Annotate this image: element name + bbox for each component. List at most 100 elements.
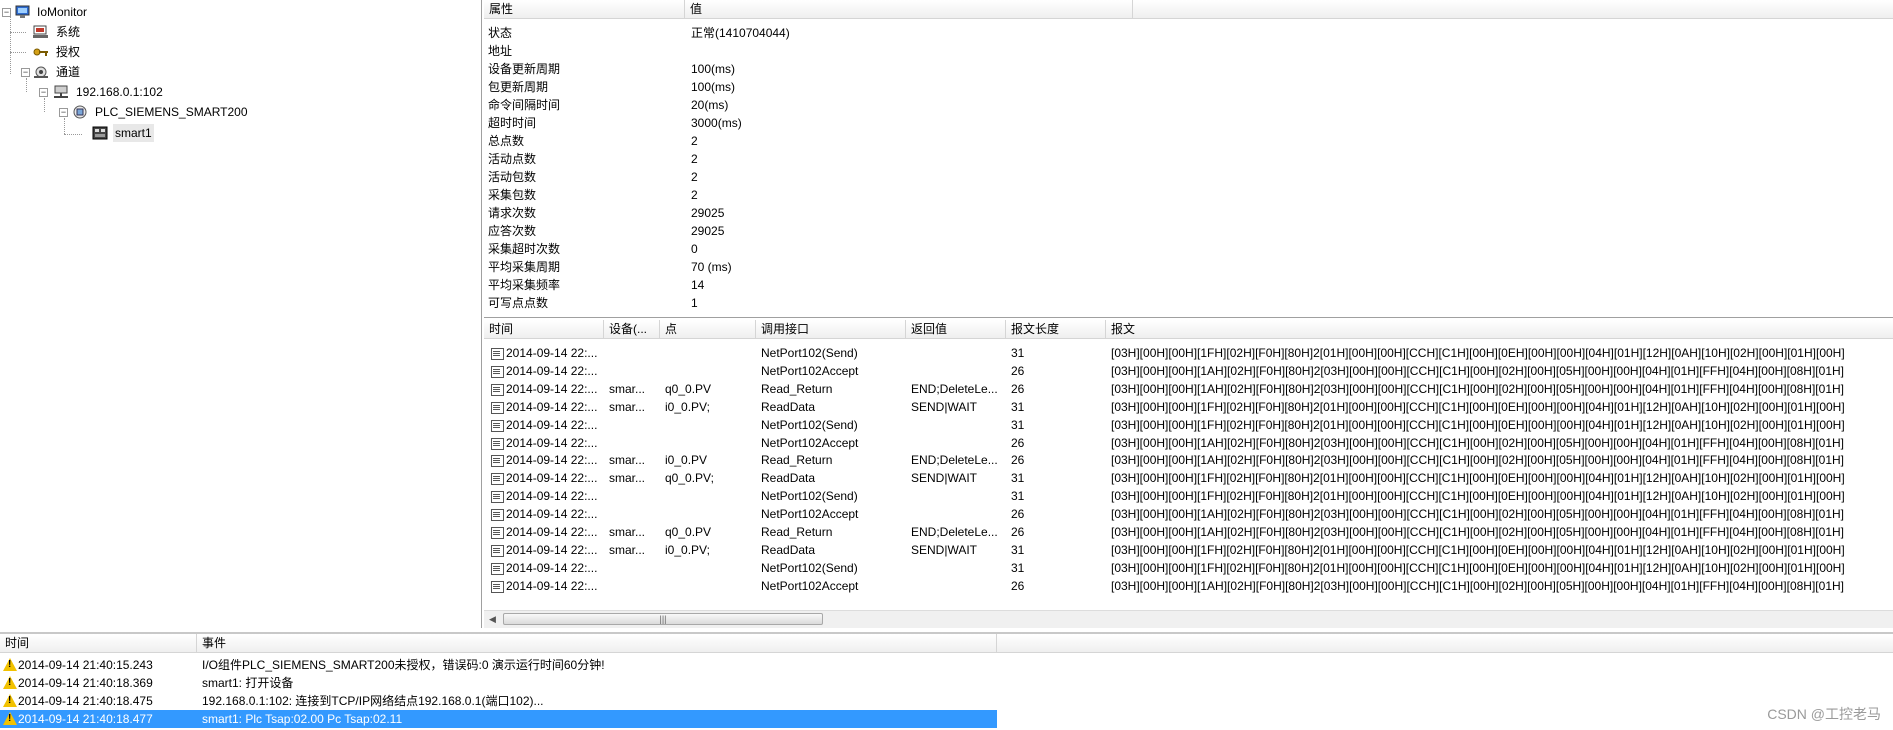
property-row[interactable]: 设备更新周期 100(ms) [484, 60, 1893, 78]
scroll-left-icon[interactable]: ◀ [484, 611, 501, 628]
property-row[interactable]: 平均采集频率 14 [484, 276, 1893, 294]
column-header-device[interactable]: 设备(... [604, 320, 660, 339]
cell-text: Read_Return [761, 381, 833, 396]
property-row[interactable]: 请求次数 29025 [484, 204, 1893, 222]
property-row[interactable]: 平均采集周期 70 (ms) [484, 258, 1893, 276]
column-header-return[interactable]: 返回值 [906, 320, 1006, 339]
column-header-message[interactable]: 报文 [1106, 320, 1893, 339]
tree-item-system[interactable]: 系统 [0, 23, 400, 41]
cell-api: NetPort102Accept [756, 362, 906, 380]
log-entry-icon [491, 562, 504, 575]
cell-text: 2014-09-14 22:... [506, 346, 598, 360]
event-row[interactable]: ! 2014-09-14 21:40:18.369 smart1: 打开设备 [0, 674, 997, 692]
collapse-icon[interactable]: − [21, 68, 30, 77]
cell-text: NetPort102(Send) [761, 417, 858, 432]
table-row[interactable]: 2014-09-14 22:... smar... q0_0.PV; ReadData… [484, 469, 1893, 487]
cell-text: 26 [1011, 507, 1025, 522]
device-tree[interactable]: − IoMonitor 系统 授权 − 通道 − 192.168.0.1:102… [0, 0, 482, 628]
scroll-thumb[interactable]: ||| [503, 613, 823, 625]
events-panel[interactable]: 时间 事件 ! 2014-09-14 21:40:15.243 I/O组件PLC_S… [0, 632, 1893, 730]
property-row[interactable]: 可写点点数 1 [484, 294, 1893, 312]
property-row[interactable]: 超时时间 3000(ms) [484, 114, 1893, 132]
cell-text: 26 [1011, 578, 1025, 593]
cell-text: 2014-09-14 22:... [506, 578, 598, 593]
comm-log-panel[interactable]: 时间 设备(... 点调用接口 返回值 报文长度 报文 2014-09-14 22:...… [484, 320, 1893, 628]
event-row[interactable]: ! 2014-09-14 21:40:18.475 192.168.0.1:102:… [0, 692, 997, 710]
cell-text: 2014-09-14 22:... [506, 417, 598, 432]
table-row[interactable]: 2014-09-14 22:... smar... i0_0.PV; ReadData… [484, 541, 1893, 559]
table-row[interactable]: 2014-09-14 22:... NetPort102Accept 26 [03H]… [484, 434, 1893, 452]
tree-item-device[interactable]: smart1 [0, 124, 400, 142]
event-row[interactable]: ! 2014-09-14 21:40:15.243 I/O组件PLC_SIEMENS… [0, 656, 997, 674]
table-row[interactable]: 2014-09-14 22:... NetPort102(Send) 31 [03H]… [484, 487, 1893, 505]
cell-text: i0_0.PV [665, 453, 708, 468]
property-row[interactable]: 包更新周期 100(ms) [484, 78, 1893, 96]
cell-device [604, 577, 660, 595]
tree-item-auth[interactable]: 授权 [0, 43, 400, 61]
cell-message: [03H][00H][00H][1AH][02H][F0H][80H]2[03H… [1106, 505, 1893, 523]
property-row[interactable]: 应答次数 29025 [484, 222, 1893, 240]
horizontal-scrollbar[interactable]: ◀ ||| [484, 610, 1893, 628]
column-header-attr[interactable]: 属性 [484, 0, 685, 19]
table-row[interactable]: 2014-09-14 22:... NetPort102Accept 26 [03H]… [484, 505, 1893, 523]
table-row[interactable]: 2014-09-14 22:... smar... q0_0.PV Read_Retu… [484, 523, 1893, 541]
column-header-time[interactable]: 时间 [0, 634, 197, 653]
cell-text: [03H][00H][00H][1FH][02H][F0H][80H]2[01H… [1111, 560, 1845, 575]
tree-item-channel[interactable]: − 通道 [0, 63, 400, 81]
properties-panel[interactable]: 属性 值 状态 正常(1410704044) 地址设备更新周期 100(ms) 包更新周… [484, 0, 1893, 318]
table-row[interactable]: 2014-09-14 22:... smar... i0_0.PV; ReadData… [484, 398, 1893, 416]
property-value: 29025 [691, 224, 725, 238]
network-icon [34, 66, 48, 78]
table-row[interactable]: 2014-09-14 22:... smar... q0_0.PV Read_Retu… [484, 380, 1893, 398]
tree-item-plc[interactable]: − PLC_SIEMENS_SMART200 [0, 103, 400, 121]
collapse-icon[interactable]: − [59, 108, 68, 117]
property-row[interactable]: 采集超时次数 0 [484, 240, 1893, 258]
table-row[interactable]: 2014-09-14 22:... NetPort102Accept 26 [03H]… [484, 362, 1893, 380]
cell-text: ReadData [761, 399, 816, 414]
cell-text: 26 [1011, 453, 1025, 468]
cell-point: i0_0.PV [660, 451, 756, 469]
table-row[interactable]: 2014-09-14 22:... NetPort102Accept 26 [03H]… [484, 577, 1893, 595]
property-name: 应答次数 [488, 224, 537, 238]
property-row[interactable]: 地址 [484, 42, 1893, 60]
column-header-event[interactable]: 事件 [197, 634, 997, 653]
table-row[interactable]: 2014-09-14 22:... NetPort102(Send) 31 [03H]… [484, 344, 1893, 362]
log-entry-icon [491, 419, 504, 432]
event-text: 192.168.0.1:102: 连接到TCP/IP网络结点192.168.0.… [202, 694, 544, 708]
cell-text: smar... [609, 399, 646, 414]
cell-text: smar... [609, 542, 646, 557]
event-row[interactable]: ! 2014-09-14 21:40:18.477 smart1: Plc Tsap… [0, 710, 997, 728]
cell-text: ReadData [761, 542, 816, 557]
cell-return [906, 559, 1006, 577]
table-row[interactable]: 2014-09-14 22:... NetPort102(Send) 31 [03H]… [484, 416, 1893, 434]
cell-text: [03H][00H][00H][1AH][02H][F0H][80H]2[03H… [1111, 525, 1844, 539]
cell-text: smar... [609, 525, 646, 539]
collapse-icon[interactable]: − [2, 8, 11, 17]
tree-item-iomonitor[interactable]: − IoMonitor [0, 3, 400, 21]
column-header-value[interactable]: 值 [685, 0, 1133, 19]
property-value: 14 [691, 278, 705, 292]
column-header-time[interactable]: 时间 [484, 320, 604, 339]
tree-item-node[interactable]: − 192.168.0.1:102 [0, 83, 400, 101]
property-row[interactable]: 状态 正常(1410704044) [484, 24, 1893, 42]
cell-time: 2014-09-14 22:... [484, 541, 604, 559]
collapse-icon[interactable]: − [39, 88, 48, 97]
column-header-length[interactable]: 报文长度 [1006, 320, 1106, 339]
column-header-point[interactable]: 点 [660, 320, 756, 339]
property-row[interactable]: 总点数 2 [484, 132, 1893, 150]
property-row[interactable]: 活动点数 2 [484, 150, 1893, 168]
table-row[interactable]: 2014-09-14 22:... NetPort102(Send) 31 [03H]… [484, 559, 1893, 577]
cell-text: 2014-09-14 22:... [506, 542, 598, 557]
table-row[interactable]: 2014-09-14 22:... smar... i0_0.PV Read_Retu… [484, 451, 1893, 469]
column-header-api[interactable]: 调用接口 [756, 320, 906, 339]
property-row[interactable]: 采集包数 2 [484, 186, 1893, 204]
cell-message: [03H][00H][00H][1FH][02H][F0H][80H]2[01H… [1106, 559, 1893, 577]
log-entry-icon [491, 455, 504, 468]
cell-point [660, 487, 756, 505]
cell-return [906, 344, 1006, 362]
property-name: 地址 [488, 44, 513, 58]
tree-label: 192.168.0.1:102 [76, 85, 163, 99]
cell-message: [03H][00H][00H][1FH][02H][F0H][80H]2[01H… [1106, 344, 1893, 362]
property-row[interactable]: 活动包数 2 [484, 168, 1893, 186]
property-row[interactable]: 命令间隔时间 20(ms) [484, 96, 1893, 114]
